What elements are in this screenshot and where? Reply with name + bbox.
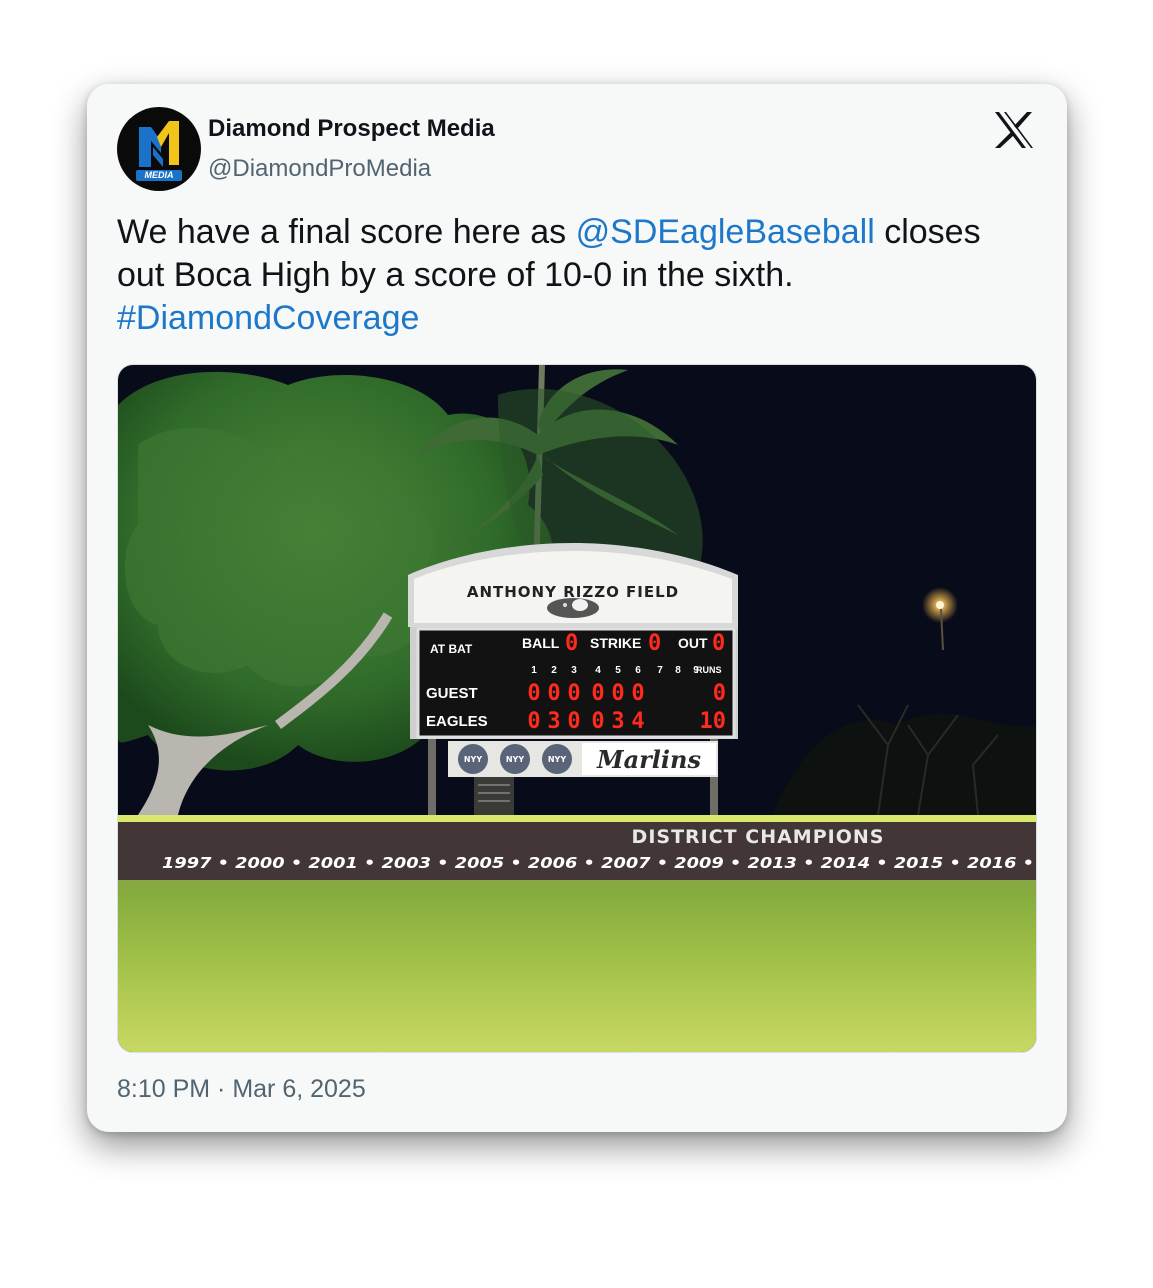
sponsor-badges: NYY NYY NYY: [458, 744, 572, 774]
avatar-label: MEDIA: [136, 170, 182, 181]
tweet-text: We have a final score here as @SDEagleBa…: [117, 211, 1037, 340]
runs-label: RUNS: [696, 665, 722, 675]
inning-score: 0: [527, 709, 540, 734]
ball-count: 0: [565, 631, 578, 656]
scoreboard-scene: ANTHONY RIZZO FIELD AT BAT BALL 0 STRIKE…: [118, 365, 1036, 1052]
team-name-guest: GUEST: [426, 685, 478, 702]
inning-score: 0: [567, 681, 580, 706]
inning-header: 6: [635, 665, 641, 676]
tweet-card: MEDIA Diamond Prospect Media @DiamondPro…: [87, 84, 1067, 1132]
author-display-name[interactable]: Diamond Prospect Media: [208, 115, 495, 143]
mention-link[interactable]: @SDEagleBaseball: [576, 213, 875, 251]
ball-label: BALL: [522, 635, 560, 651]
banner-title: DISTRICT CHAMPIONS: [632, 826, 885, 848]
inning-score: 0: [611, 681, 624, 706]
strike-label: STRIKE: [590, 635, 641, 651]
inning-score: 0: [547, 681, 560, 706]
sponsor-badge: NYY: [506, 755, 524, 764]
x-logo-icon[interactable]: [993, 110, 1035, 150]
runs-guest: 0: [713, 681, 726, 706]
inning-score: 3: [547, 709, 560, 734]
inning-score: 0: [591, 681, 604, 706]
tweet-photo[interactable]: ANTHONY RIZZO FIELD AT BAT BALL 0 STRIKE…: [117, 364, 1037, 1053]
banner-years: 1997 • 2000 • 2001 • 2003 • 2005 • 2006 …: [162, 854, 1034, 872]
strike-count: 0: [648, 631, 661, 656]
inning-header: 2: [551, 665, 557, 676]
sponsor-badge: NYY: [464, 755, 482, 764]
inning-score: 4: [631, 709, 644, 734]
team-name-eagles: EAGLES: [426, 713, 488, 730]
inning-score: 0: [631, 681, 644, 706]
tweet-text-part: We have a final score here as: [117, 213, 576, 251]
out-label: OUT: [678, 635, 708, 651]
inning-header: 1: [531, 665, 537, 676]
inning-score: 0: [567, 709, 580, 734]
inning-header: 5: [615, 665, 621, 676]
at-bat-label: AT BAT: [430, 642, 473, 656]
hashtag-link[interactable]: #DiamondCoverage: [117, 299, 419, 337]
sponsor-sign: Marlins: [596, 745, 701, 774]
tweet-timestamp[interactable]: 8:10 PM · Mar 6, 2025: [117, 1075, 366, 1104]
inning-score: 0: [591, 709, 604, 734]
inning-header: 7: [657, 665, 663, 676]
author-handle[interactable]: @DiamondProMedia: [208, 155, 431, 183]
inning-score: 0: [527, 681, 540, 706]
inning-score: 3: [611, 709, 624, 734]
inning-header: 3: [571, 665, 577, 676]
avatar[interactable]: MEDIA: [117, 107, 201, 191]
inning-header: 4: [595, 665, 601, 676]
out-count: 0: [712, 631, 725, 656]
sponsor-badge: NYY: [548, 755, 566, 764]
runs-eagles: 10: [700, 709, 727, 734]
inning-header: 8: [675, 665, 681, 676]
